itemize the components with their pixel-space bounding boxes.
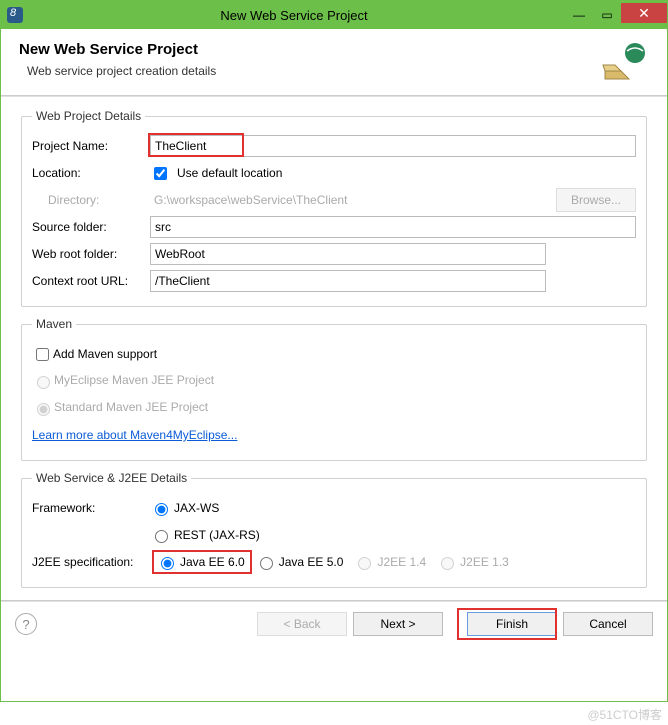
framework-rest-radio[interactable] <box>155 530 168 543</box>
dialog-window: New Web Service Project — ▭ ✕ New Web Se… <box>0 0 668 702</box>
window-title: New Web Service Project <box>23 8 565 23</box>
page-title: New Web Service Project <box>19 41 216 58</box>
j2ee-spec-label: J2EE specification: <box>32 555 156 569</box>
wizard-icon <box>601 41 649 85</box>
minimize-button[interactable]: — <box>565 5 593 25</box>
web-root-folder-label: Web root folder: <box>32 247 150 261</box>
group-legend: Web Project Details <box>32 109 145 123</box>
spec-j2ee14-radio <box>358 557 371 570</box>
app-icon <box>7 7 23 23</box>
next-button[interactable]: Next > <box>353 612 443 636</box>
directory-label: Directory: <box>32 193 150 207</box>
dialog-header: New Web Service Project Web service proj… <box>1 29 667 95</box>
framework-label: Framework: <box>32 501 150 515</box>
page-subtitle: Web service project creation details <box>19 64 216 78</box>
back-button: < Back <box>257 612 347 636</box>
group-legend: Web Service & J2EE Details <box>32 471 191 485</box>
add-maven-support-checkbox[interactable] <box>36 348 49 361</box>
maximize-button[interactable]: ▭ <box>593 5 621 25</box>
help-button[interactable]: ? <box>15 613 37 635</box>
framework-jaxws-radio[interactable] <box>155 503 168 516</box>
spec-ee6-radio[interactable] <box>161 557 174 570</box>
web-project-details-group: Web Project Details Project Name: Locati… <box>21 109 647 307</box>
close-button[interactable]: ✕ <box>621 3 667 23</box>
add-maven-support-label: Add Maven support <box>53 347 157 361</box>
watermark: @51CTO博客 <box>587 706 662 723</box>
use-default-location-label: Use default location <box>177 166 282 180</box>
source-folder-label: Source folder: <box>32 220 150 234</box>
source-folder-input[interactable] <box>150 216 636 238</box>
maven-option1-radio <box>37 376 50 389</box>
maven-option2-radio <box>37 403 50 416</box>
titlebar[interactable]: New Web Service Project — ▭ ✕ <box>1 1 667 29</box>
window-buttons: — ▭ ✕ <box>565 5 667 25</box>
browse-button: Browse... <box>556 188 636 212</box>
spec-j2ee13-radio <box>441 557 454 570</box>
cancel-button[interactable]: Cancel <box>563 612 653 636</box>
project-name-label: Project Name: <box>32 139 150 153</box>
project-name-input[interactable] <box>150 135 636 157</box>
maven-group: Maven Add Maven support MyEclipse Maven … <box>21 317 647 461</box>
spec-ee5-radio[interactable] <box>260 557 273 570</box>
context-root-url-label: Context root URL: <box>32 274 150 288</box>
location-label: Location: <box>32 166 150 180</box>
web-root-folder-input[interactable] <box>150 243 546 265</box>
maven-learn-more-link[interactable]: Learn more about Maven4MyEclipse... <box>32 428 237 442</box>
directory-input <box>150 189 550 211</box>
context-root-url-input[interactable] <box>150 270 546 292</box>
finish-button[interactable]: Finish <box>467 612 557 636</box>
webservice-j2ee-group: Web Service & J2EE Details Framework: JA… <box>21 471 647 588</box>
group-legend: Maven <box>32 317 76 331</box>
use-default-location-checkbox[interactable] <box>154 167 167 180</box>
